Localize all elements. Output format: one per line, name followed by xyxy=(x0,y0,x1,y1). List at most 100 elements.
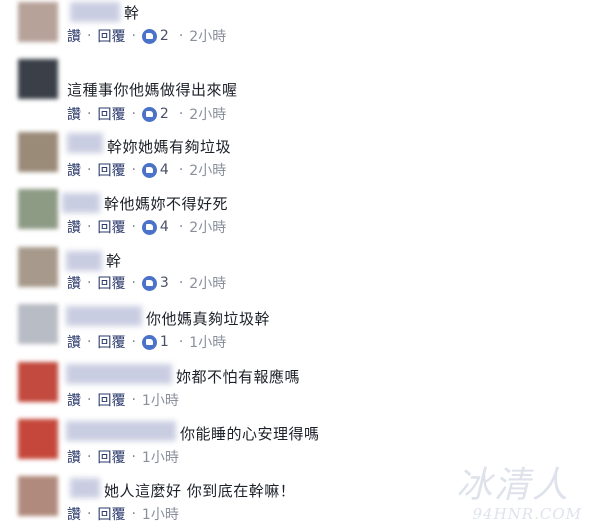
commenter-name[interactable] xyxy=(67,133,103,153)
separator: · xyxy=(131,449,136,465)
like-button[interactable]: 讚 xyxy=(67,160,81,180)
avatar[interactable] xyxy=(18,247,58,287)
avatar[interactable] xyxy=(18,2,58,42)
separator: · xyxy=(131,162,136,178)
timestamp[interactable]: 2小時 xyxy=(189,273,226,293)
comment-text: 幹 xyxy=(106,252,122,270)
comment-actions: 讚 · 回覆 · 1 · 1小時 xyxy=(67,332,226,352)
reply-button[interactable]: 回覆 xyxy=(97,217,125,237)
comment-item: 這種事你他媽做得出來喔 讚 · 回覆 · 2 · 2小時 xyxy=(0,57,600,123)
commenter-name[interactable] xyxy=(66,251,102,271)
timestamp[interactable]: 1小時 xyxy=(142,390,179,410)
commenter-name[interactable] xyxy=(66,364,172,384)
separator: · xyxy=(131,219,136,235)
separator: · xyxy=(87,334,92,350)
comment-actions: 讚 · 回覆 · 2 · 2小時 xyxy=(67,104,226,124)
comment-text: 你能睡的心安理得嗎 xyxy=(180,425,320,443)
comment-actions: 讚 · 回覆 · 4 · 2小時 xyxy=(67,160,226,180)
like-count-icon[interactable] xyxy=(141,162,157,178)
separator: · xyxy=(87,219,92,235)
avatar[interactable] xyxy=(18,304,58,344)
reply-button[interactable]: 回覆 xyxy=(97,273,125,293)
like-count[interactable]: 4 xyxy=(160,162,169,178)
avatar[interactable] xyxy=(18,189,58,229)
separator: · xyxy=(87,28,92,44)
like-count[interactable]: 1 xyxy=(160,334,169,350)
separator: · xyxy=(178,334,184,350)
comment-actions: 讚 · 回覆 · 1小時 xyxy=(67,504,179,524)
separator: · xyxy=(178,28,184,44)
comment-actions: 讚 · 回覆 · 4 · 2小時 xyxy=(67,217,226,237)
separator: · xyxy=(178,162,184,178)
timestamp[interactable]: 1小時 xyxy=(189,332,226,352)
separator: · xyxy=(87,449,92,465)
like-count-icon[interactable] xyxy=(141,334,157,350)
like-button[interactable]: 讚 xyxy=(67,332,81,352)
commenter-name[interactable] xyxy=(66,306,142,326)
comment-text: 幹他媽妳不得好死 xyxy=(104,195,229,213)
timestamp[interactable]: 2小時 xyxy=(189,104,226,124)
like-button[interactable]: 讚 xyxy=(67,104,81,124)
comment-actions: 讚 · 回覆 · 3 · 2小時 xyxy=(67,273,226,293)
reply-button[interactable]: 回覆 xyxy=(97,332,125,352)
separator: · xyxy=(178,275,184,291)
timestamp[interactable]: 2小時 xyxy=(189,217,226,237)
separator: · xyxy=(87,392,92,408)
like-button[interactable]: 讚 xyxy=(67,447,81,467)
avatar[interactable] xyxy=(18,419,58,459)
separator: · xyxy=(178,106,184,122)
like-button[interactable]: 讚 xyxy=(67,390,81,410)
like-count[interactable]: 3 xyxy=(160,275,169,291)
comment-item: 你他媽真夠垃圾幹 讚 · 回覆 · 1 · 1小時 xyxy=(0,302,600,359)
separator: · xyxy=(131,334,136,350)
comment-text: 幹妳她媽有夠垃圾 xyxy=(107,138,232,156)
like-button[interactable]: 讚 xyxy=(67,26,81,46)
commenter-name[interactable] xyxy=(62,193,100,213)
like-count[interactable]: 4 xyxy=(160,219,169,235)
separator: · xyxy=(87,106,92,122)
comment-text: 幹 xyxy=(124,4,140,22)
separator: · xyxy=(131,106,136,122)
like-button[interactable]: 讚 xyxy=(67,217,81,237)
like-count[interactable]: 2 xyxy=(160,106,169,122)
comment-actions: 讚 · 回覆 · 2 · 2小時 xyxy=(67,26,226,46)
commenter-name[interactable] xyxy=(70,2,120,22)
like-count-icon[interactable] xyxy=(141,28,157,44)
reply-button[interactable]: 回覆 xyxy=(97,26,125,46)
like-count-icon[interactable] xyxy=(141,275,157,291)
separator: · xyxy=(131,275,136,291)
watermark: 冰清人 94HNR.COM xyxy=(420,450,590,525)
avatar[interactable] xyxy=(18,132,58,172)
comment-item: 幹妳她媽有夠垃圾 讚 · 回覆 · 4 · 2小時 xyxy=(0,130,600,187)
comment-item: 妳都不怕有報應嗎 讚 · 回覆 · 1小時 xyxy=(0,360,600,417)
avatar[interactable] xyxy=(18,362,58,402)
like-button[interactable]: 讚 xyxy=(67,273,81,293)
commenter-name[interactable] xyxy=(66,421,176,441)
reply-button[interactable]: 回覆 xyxy=(97,447,125,467)
separator: · xyxy=(87,275,92,291)
timestamp[interactable]: 2小時 xyxy=(189,160,226,180)
separator: · xyxy=(87,506,92,522)
reply-button[interactable]: 回覆 xyxy=(97,504,125,524)
like-button[interactable]: 讚 xyxy=(67,504,81,524)
comment-item: 幹 讚 · 回覆 · 2 · 2小時 xyxy=(0,0,600,57)
comment-actions: 讚 · 回覆 · 1小時 xyxy=(67,447,179,467)
reply-button[interactable]: 回覆 xyxy=(97,104,125,124)
comment-item: 幹他媽妳不得好死 讚 · 回覆 · 4 · 2小時 xyxy=(0,187,600,244)
avatar[interactable] xyxy=(18,476,58,516)
avatar[interactable] xyxy=(18,59,58,99)
comment-text: 這種事你他媽做得出來喔 xyxy=(67,81,238,99)
timestamp[interactable]: 1小時 xyxy=(142,447,179,467)
reply-button[interactable]: 回覆 xyxy=(97,390,125,410)
comment-text: 她人這麼好 你到底在幹嘛！ xyxy=(104,482,296,500)
like-count-icon[interactable] xyxy=(141,219,157,235)
like-count-icon[interactable] xyxy=(141,106,157,122)
separator: · xyxy=(131,28,136,44)
separator: · xyxy=(178,219,184,235)
commenter-name[interactable] xyxy=(70,478,100,498)
timestamp[interactable]: 2小時 xyxy=(189,26,226,46)
reply-button[interactable]: 回覆 xyxy=(97,160,125,180)
timestamp[interactable]: 1小時 xyxy=(142,504,179,524)
comment-text: 你他媽真夠垃圾幹 xyxy=(146,310,271,328)
like-count[interactable]: 2 xyxy=(160,28,169,44)
